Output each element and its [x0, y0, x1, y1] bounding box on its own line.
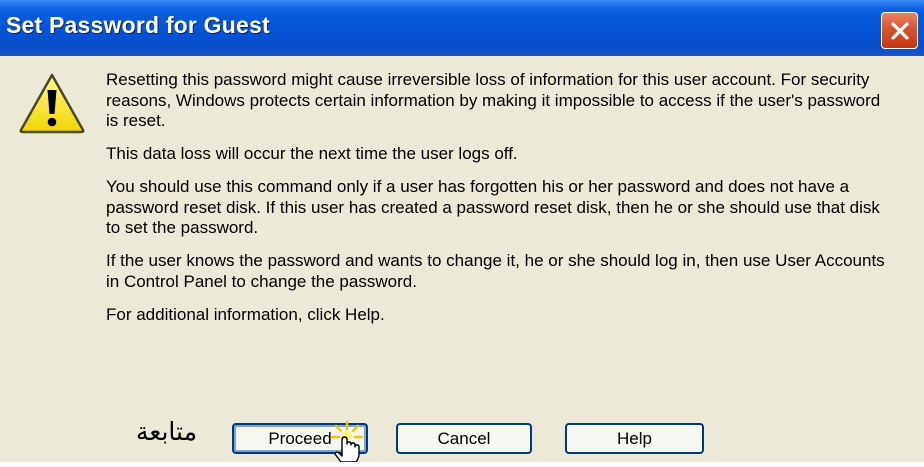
- help-button[interactable]: Help: [565, 423, 704, 454]
- dialog-bottom-edge: [0, 462, 924, 467]
- warning-icon: [18, 72, 86, 139]
- close-button[interactable]: [881, 12, 918, 49]
- close-icon: [891, 22, 909, 40]
- set-password-dialog: Set Password for Guest Resetting this pa…: [0, 0, 924, 467]
- arabic-annotation: متابعة: [136, 417, 197, 446]
- message-text: Resetting this password might cause irre…: [106, 70, 896, 338]
- message-paragraph: Resetting this password might cause irre…: [106, 70, 881, 130]
- cancel-button[interactable]: Cancel: [396, 423, 532, 454]
- message-paragraph: You should use this command only if a us…: [106, 177, 880, 237]
- hand-cursor-icon: [323, 418, 375, 467]
- message-paragraph: If the user knows the password and wants…: [106, 251, 885, 291]
- title-bar[interactable]: Set Password for Guest: [0, 0, 924, 56]
- window-title: Set Password for Guest: [6, 12, 270, 38]
- message-paragraph: This data loss will occur the next time …: [106, 144, 518, 163]
- message-paragraph: For additional information, click Help.: [106, 304, 385, 324]
